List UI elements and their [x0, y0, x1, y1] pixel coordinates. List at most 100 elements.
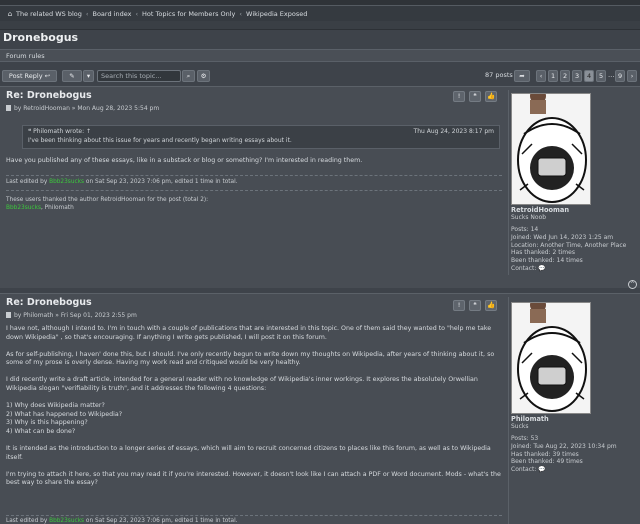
jump-arrow-icon: ➦ — [519, 72, 525, 80]
thumbs-up-icon: 👍 — [486, 301, 496, 309]
editor-username[interactable]: Bbb23sucks — [49, 179, 84, 185]
quote-button[interactable]: ❝ — [469, 300, 481, 311]
quote-block: ❝ Philomath wrote: ↑ Thu Aug 24, 2023 8:… — [22, 125, 500, 149]
search-button[interactable]: ⌕ — [182, 70, 195, 82]
home-icon[interactable]: ⌂ — [6, 10, 14, 18]
post-paragraph: As for self-publishing, I haven' done th… — [6, 350, 495, 367]
edit-prefix: Last edited by — [6, 518, 48, 524]
back-to-top-icon[interactable]: ^ — [628, 280, 637, 289]
avatar-image — [512, 94, 590, 204]
post-reply-label: Post Reply — [8, 72, 43, 80]
divider — [6, 515, 502, 516]
search-input[interactable]: Search this topic... — [97, 70, 181, 82]
quote-date: Thu Aug 24, 2023 8:17 pm — [413, 128, 494, 135]
advanced-search-button[interactable]: ⚙ — [197, 70, 210, 82]
page-2[interactable]: 2 — [560, 70, 571, 82]
chat-bubble-icon[interactable]: 💬 — [538, 265, 545, 272]
profile-posts[interactable]: Posts: 14 — [511, 226, 626, 234]
prev-page-button[interactable]: ‹ — [536, 70, 546, 82]
post-reply-button[interactable]: Post Reply ↩ — [2, 70, 57, 82]
profile-joined: Joined: Wed Jun 14, 2023 1:25 am — [511, 233, 614, 241]
page-4-current: 4 — [584, 70, 595, 82]
post-paragraph: I did recently write a draft article, in… — [6, 376, 478, 392]
post-title[interactable]: Re: Dronebogus — [6, 297, 92, 308]
breadcrumb-board-index[interactable]: Board index — [92, 10, 131, 18]
search-icon: ⌕ — [186, 72, 191, 80]
chevron-left-icon: ‹ — [539, 72, 543, 80]
wrench-icon: ✎ — [69, 72, 75, 80]
quote-button[interactable]: ❝ — [469, 91, 481, 102]
profile-username[interactable]: RetroidHooman — [511, 206, 569, 214]
thumbs-up-icon: 👍 — [486, 92, 496, 100]
quote-author[interactable]: ❝ Philomath wrote: ↑ — [28, 128, 91, 135]
chevron-down-icon: ▾ — [86, 72, 91, 80]
forum-rules-label[interactable]: Forum rules — [6, 52, 45, 60]
jump-to-page-button[interactable]: ➦ — [514, 70, 530, 82]
breadcrumb-separator: ‹ — [135, 9, 139, 18]
page-1[interactable]: 1 — [548, 70, 559, 82]
profile-contact: Contact: 💬 — [511, 466, 617, 474]
exclamation-icon: ! — [457, 301, 461, 309]
post-paragraph: I have not, although I intend to. I'm in… — [6, 325, 492, 341]
post-meta-text[interactable]: by Philomath » Fri Sep 01, 2023 2:55 pm — [14, 312, 137, 319]
breadcrumb-separator: ‹ — [239, 9, 243, 18]
post-paragraph: I'm trying to attach it here, so that yo… — [6, 470, 501, 487]
breadcrumb-hot-topics[interactable]: Hot Topics for Members Only — [142, 10, 235, 18]
breadcrumb-blog[interactable]: The related WS blog — [16, 10, 82, 18]
edit-prefix: Last edited by — [6, 179, 48, 185]
thanks-button[interactable]: 👍 — [485, 300, 497, 311]
question-item: 1) Why does Wikipedia matter? — [6, 401, 105, 409]
edit-suffix: on Sat Sep 23, 2023 7:06 pm, edited 1 ti… — [85, 179, 238, 185]
avatar-image — [512, 303, 590, 413]
quote-icon: ❝ — [473, 301, 477, 309]
breadcrumb-separator: ‹ — [85, 9, 89, 18]
edit-notice: Last edited by Bbb23sucks on Sat Sep 23,… — [6, 178, 238, 186]
profile-rank: Sucks — [511, 423, 529, 430]
page-5[interactable]: 5 — [596, 70, 607, 82]
breadcrumb-wikipedia-exposed[interactable]: Wikipedia Exposed — [246, 10, 307, 18]
post-content: Have you published any of these essays, … — [6, 157, 502, 166]
chat-bubble-icon[interactable]: 💬 — [538, 466, 545, 473]
page-9[interactable]: 9 — [615, 70, 626, 82]
report-button[interactable]: ! — [453, 300, 465, 311]
editor-username[interactable]: Bbb23sucks — [49, 518, 84, 524]
page-3[interactable]: 3 — [572, 70, 583, 82]
post-count: 87 posts — [485, 71, 513, 79]
header-band — [0, 21, 640, 30]
question-item: 2) What has happened to Wikipedia? — [6, 410, 123, 418]
tools-dropdown-button[interactable]: ▾ — [83, 70, 94, 82]
page-title[interactable]: Dronebogus — [3, 31, 78, 44]
topic-tools-button[interactable]: ✎ — [62, 70, 82, 82]
contact-label: Contact: — [511, 264, 537, 272]
thanks-button[interactable]: 👍 — [485, 91, 497, 102]
question-item: 4) What can be done? — [6, 428, 76, 436]
avatar[interactable] — [511, 93, 591, 205]
post-paragraph: Have you published any of these essays, … — [6, 157, 363, 164]
post-file-icon[interactable] — [6, 312, 11, 318]
profile-location: Location: Another Time, Another Place — [511, 241, 627, 249]
next-page-button[interactable]: › — [627, 70, 637, 82]
post-paragraph: It is intended as the introduction to a … — [6, 444, 491, 461]
post-title[interactable]: Re: Dronebogus — [6, 90, 92, 101]
profile-stats: Posts: 14 Joined: Wed Jun 14, 2023 1:25 … — [511, 226, 626, 273]
profile-contact: Contact: 💬 — [511, 265, 626, 273]
thanked-by-user[interactable]: Bbb23sucks — [6, 205, 41, 211]
exclamation-icon: ! — [457, 92, 461, 100]
report-button[interactable]: ! — [453, 91, 465, 102]
forum-rules-bar[interactable]: Forum rules — [0, 49, 640, 62]
profile-stats: Posts: 53 Joined: Tue Aug 22, 2023 10:34… — [511, 435, 617, 474]
contact-label: Contact: — [511, 466, 537, 474]
profile-has-thanked: Has thanked: 2 times — [511, 249, 575, 257]
thanked-by-rest[interactable]: , Philomath — [41, 205, 74, 211]
post-meta-text[interactable]: by RetroidHooman » Mon Aug 28, 2023 5:54… — [14, 105, 159, 112]
profile-username[interactable]: Philomath — [511, 415, 549, 423]
gear-icon: ⚙ — [200, 72, 207, 80]
breadcrumb: ⌂ The related WS blog ‹ Board index ‹ Ho… — [0, 6, 640, 21]
profile-posts[interactable]: Posts: 53 — [511, 435, 617, 443]
avatar[interactable] — [511, 302, 591, 414]
thanks-notice: These users thanked the author RetroidHo… — [6, 197, 209, 203]
post-meta: by RetroidHooman » Mon Aug 28, 2023 5:54… — [6, 105, 159, 112]
post-file-icon[interactable] — [6, 105, 11, 111]
thanks-users: Bbb23sucks, Philomath — [6, 204, 74, 212]
quote-author-text[interactable]: Philomath wrote: ↑ — [33, 128, 91, 135]
